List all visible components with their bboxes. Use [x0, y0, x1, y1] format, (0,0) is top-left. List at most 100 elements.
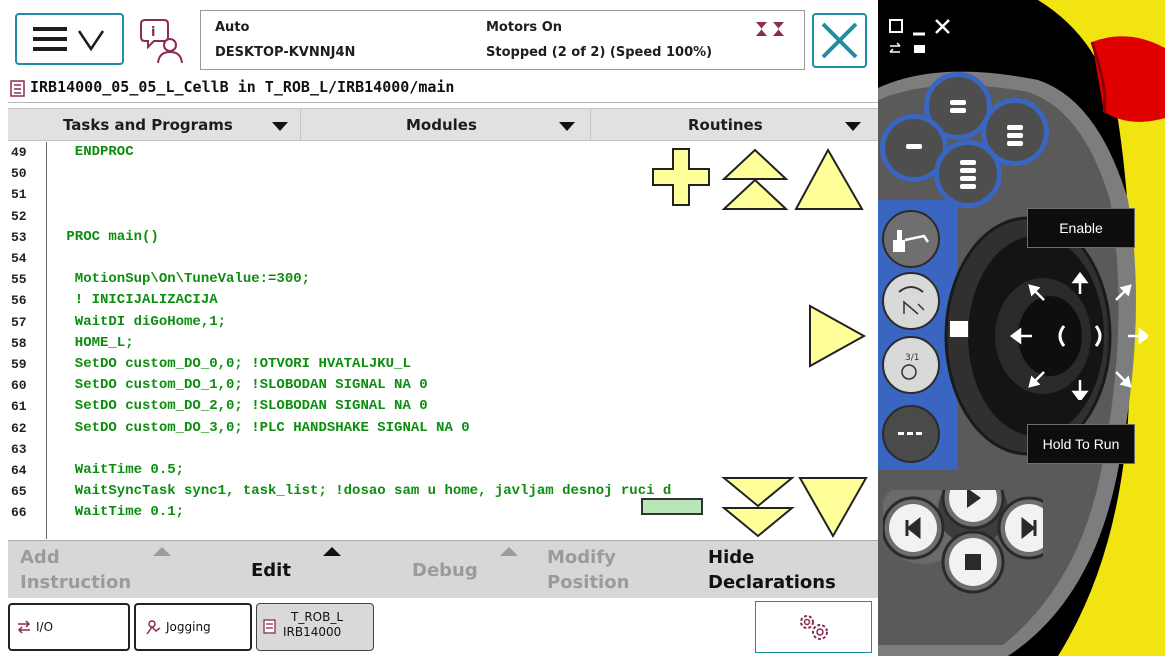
- program-path: IRB14000_05_05_L_CellB in T_ROB_L/IRB140…: [8, 76, 878, 103]
- code-line[interactable]: WaitTime 0.1;: [58, 504, 184, 520]
- menu-up-arrow-icon: [323, 547, 341, 556]
- menu-up-arrow-icon: [500, 547, 518, 556]
- code-line[interactable]: MotionSup\On\TuneValue:=300;: [58, 271, 310, 287]
- robot-arm-icon: [893, 230, 930, 252]
- modify-position-button[interactable]: Modify Position: [533, 541, 708, 599]
- select-mechanical-unit-button[interactable]: [882, 210, 940, 268]
- abb-menu-button[interactable]: [15, 13, 124, 65]
- scroll-right-icon[interactable]: [806, 302, 870, 370]
- code-line[interactable]: SetDO custom_DO_0,0; !OTVORI HVATALJKU_L: [58, 356, 411, 372]
- debug-button[interactable]: Debug: [358, 541, 533, 599]
- code-line[interactable]: SetDO custom_DO_3,0; !PLC HANDSHAKE SIGN…: [58, 420, 470, 436]
- code-line[interactable]: SetDO custom_DO_2,0; !SLOBODAN SIGNAL NA…: [58, 398, 428, 414]
- line-number: 49: [11, 145, 27, 160]
- quickset-button[interactable]: [755, 601, 872, 653]
- zoom-in-icon[interactable]: [652, 148, 710, 206]
- joystick-down-icon: [1071, 390, 1089, 400]
- io-button[interactable]: I/O: [8, 603, 130, 651]
- rotate-left-icon: [1058, 325, 1066, 347]
- page-up-icon[interactable]: [721, 148, 789, 210]
- increment-button[interactable]: [882, 405, 940, 463]
- task-bar: I/O Jogging T_ROB_L IRB14000: [0, 598, 878, 656]
- program-path-text: IRB14000_05_05_L_CellB in T_ROB_L/IRB140…: [30, 78, 455, 96]
- window-controls: [889, 19, 950, 53]
- stop-icon: [965, 554, 981, 570]
- edit-button[interactable]: Edit: [183, 541, 358, 599]
- line-number: 62: [11, 420, 27, 436]
- code-line[interactable]: PROC main(): [58, 229, 158, 245]
- tab-label: Routines: [688, 116, 763, 134]
- emergency-stop-icon[interactable]: [1090, 36, 1165, 122]
- tab-label: Tasks and Programs: [63, 116, 233, 134]
- jogging-icon: [146, 620, 161, 635]
- program-editor-task-button[interactable]: T_ROB_L IRB14000: [256, 603, 374, 651]
- scroll-up-icon[interactable]: [794, 147, 864, 210]
- pendant-hardware: 3/1 Enable Hold To Run: [878, 0, 1165, 656]
- mechanical-unit-icon: [756, 22, 784, 36]
- code-line[interactable]: ! INICIJALIZACIJA: [58, 292, 218, 308]
- code-line[interactable]: ENDPROC: [58, 144, 134, 160]
- key-2-icon: [1007, 125, 1023, 130]
- line-number: 61: [11, 399, 27, 415]
- line-number: 54: [11, 251, 27, 266]
- line-number: 60: [11, 378, 27, 394]
- key-3-icon: [906, 144, 922, 149]
- program-icon: [263, 619, 276, 634]
- operating-mode: Auto: [215, 20, 250, 35]
- line-number: 59: [11, 357, 27, 372]
- restore-icon[interactable]: [889, 19, 903, 33]
- program-state: Stopped (2 of 2) (Speed 100%): [486, 45, 713, 60]
- scroll-navigation-top: [652, 147, 864, 210]
- modify-position-label-1: Modify: [547, 547, 616, 568]
- scroll-down-icon[interactable]: [798, 477, 868, 539]
- status-bar[interactable]: Auto DESKTOP-KVNNJ4N Motors On Stopped (…: [200, 10, 805, 70]
- menu-icon: [33, 27, 105, 52]
- hold-to-run-label[interactable]: Hold To Run: [1027, 424, 1135, 464]
- line-number: 55: [11, 272, 27, 288]
- jogging-label: Jogging: [166, 620, 211, 634]
- program-tabs: Tasks and Programs Modules Routines: [8, 108, 878, 141]
- key-glyphs: [906, 100, 1023, 189]
- key-1-icon: [950, 100, 966, 105]
- code-line[interactable]: WaitSyncTask sync1, task_list; !dosao sa…: [58, 483, 672, 499]
- code-line[interactable]: SetDO custom_DO_1,0; !SLOBODAN SIGNAL NA…: [58, 377, 428, 393]
- motion-mode-button[interactable]: [882, 272, 940, 330]
- hide-declarations-button[interactable]: Hide Declarations: [708, 541, 878, 599]
- line-number: 58: [11, 335, 27, 351]
- rotate-right-icon: [1094, 325, 1102, 347]
- add-instruction-button[interactable]: Add Instruction: [8, 541, 183, 599]
- joystick[interactable]: [1008, 270, 1148, 400]
- tab-routines[interactable]: Routines: [591, 109, 878, 140]
- hide-declarations-label-1: Hide: [708, 547, 755, 568]
- swap-icon[interactable]: [889, 42, 901, 53]
- selected-text-highlight[interactable]: [641, 498, 703, 515]
- jogging-button[interactable]: Jogging: [134, 603, 252, 651]
- code-line[interactable]: HOME_L;: [58, 335, 134, 351]
- dropdown-arrow-icon: [559, 122, 575, 131]
- close-button[interactable]: [812, 13, 867, 68]
- line-number: 51: [11, 187, 27, 203]
- close-icon: [821, 22, 858, 59]
- key-4-icon: [960, 160, 976, 165]
- code-editor[interactable]: 49 50 51 52 53 54 55 56 57 58 59 60 61 62 63 64 65 66 END…: [8, 142, 878, 539]
- stop-button[interactable]: [941, 530, 1005, 594]
- line-number: 56: [11, 293, 27, 309]
- enable-label[interactable]: Enable: [1027, 208, 1135, 248]
- motors-state: Motors On: [486, 20, 562, 35]
- svg-text:i: i: [151, 25, 155, 40]
- camera-icon[interactable]: [914, 45, 925, 53]
- step-forward-button[interactable]: [997, 496, 1043, 560]
- joystick-left-icon: [1009, 327, 1022, 345]
- tab-tasks-and-programs[interactable]: Tasks and Programs: [8, 109, 301, 140]
- page-down-icon[interactable]: [721, 477, 795, 538]
- axis-toggle-button[interactable]: 3/1: [882, 336, 940, 394]
- joystick-right-icon: [1138, 327, 1148, 345]
- io-label: I/O: [36, 620, 54, 634]
- line-number: 63: [11, 441, 27, 457]
- code-line[interactable]: WaitDI diGoHome,1;: [58, 314, 226, 330]
- step-backward-button[interactable]: [883, 496, 945, 560]
- tab-modules[interactable]: Modules: [301, 109, 591, 140]
- close-window-icon[interactable]: [935, 19, 950, 34]
- event-log-button[interactable]: i: [136, 15, 188, 67]
- code-line[interactable]: WaitTime 0.5;: [58, 462, 184, 478]
